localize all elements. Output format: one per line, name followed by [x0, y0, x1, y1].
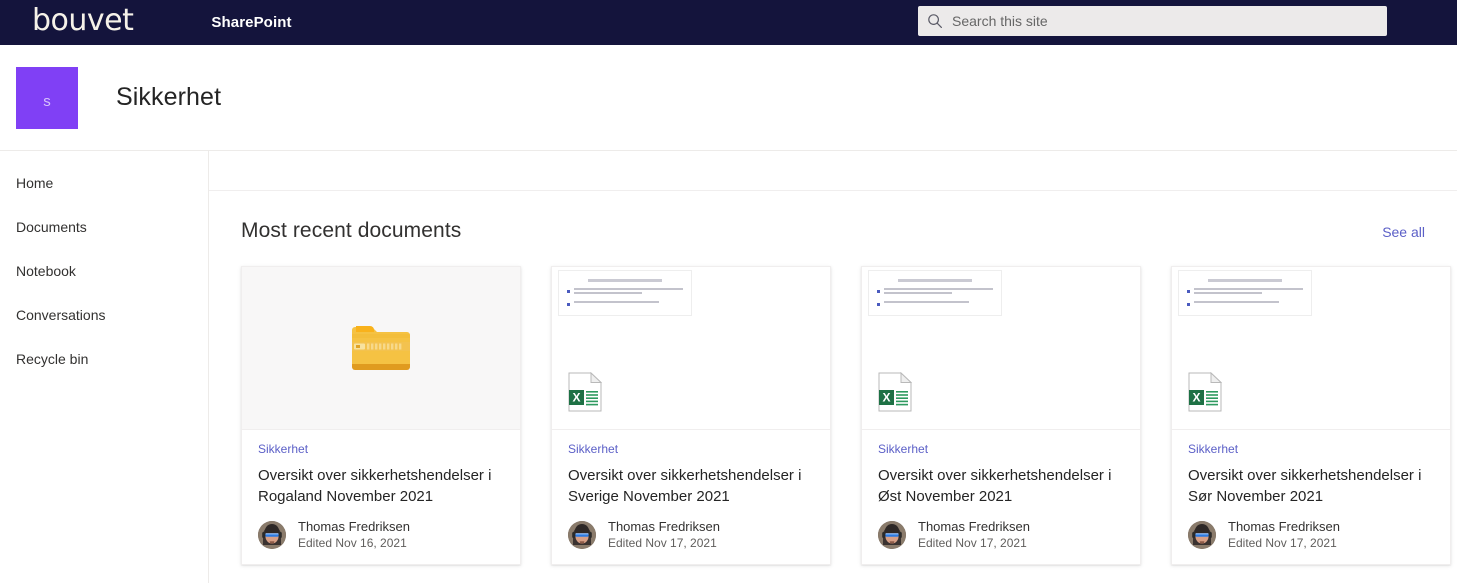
sidebar-item-documents[interactable]: Documents [0, 205, 208, 249]
search-box[interactable] [918, 6, 1387, 36]
document-card-list: Sikkerhet Oversikt over sikkerhetshendel… [241, 266, 1457, 565]
author-name: Thomas Fredriksen [1228, 519, 1340, 535]
author-meta: Thomas Fredriksen Edited Nov 17, 2021 [1228, 519, 1340, 550]
excel-file-icon: X [1188, 371, 1223, 417]
site-header: s Sikkerhet [0, 45, 1457, 150]
excel-file-icon: X [878, 371, 913, 417]
excel-file-icon: X [568, 371, 603, 417]
search-input[interactable] [952, 7, 1387, 35]
site-logo-letter: s [43, 92, 51, 110]
document-preview [1178, 270, 1312, 316]
author-meta: Thomas Fredriksen Edited Nov 16, 2021 [298, 519, 410, 550]
document-card[interactable]: Sikkerhet Oversikt over sikkerhetshendel… [241, 266, 521, 565]
card-site-label[interactable]: Sikkerhet [1188, 442, 1434, 456]
document-preview [558, 270, 692, 316]
card-edited-date: Edited Nov 16, 2021 [298, 535, 407, 550]
card-title: Oversikt over sikkerhetshendelser i Sør … [1188, 467, 1422, 506]
document-card[interactable]: X Sikkerhet Oversikt over sikkerhetshend… [551, 266, 831, 565]
card-thumbnail: X [1172, 267, 1450, 430]
recent-documents-section: Most recent documents See all Sikkerhet … [209, 191, 1457, 565]
search-icon [918, 6, 952, 36]
card-author-row: Thomas Fredriksen Edited Nov 17, 2021 [568, 519, 814, 550]
card-thumbnail: X [552, 267, 830, 430]
card-thumbnail [242, 267, 520, 430]
sidebar-item-label: Conversations [16, 307, 106, 323]
svg-text:X: X [1192, 391, 1200, 405]
section-header: Most recent documents See all [241, 219, 1457, 243]
main-content: Most recent documents See all Sikkerhet … [209, 151, 1457, 583]
bouvet-logo[interactable]: bouvet [32, 5, 134, 36]
card-title: Oversikt over sikkerhetshendelser i Øst … [878, 467, 1112, 506]
card-body: Sikkerhet Oversikt over sikkerhetshendel… [1172, 430, 1450, 564]
site-logo[interactable]: s [16, 66, 78, 129]
document-preview [868, 270, 1002, 316]
svg-text:X: X [882, 391, 890, 405]
card-site-label[interactable]: Sikkerhet [568, 442, 814, 456]
card-site-label[interactable]: Sikkerhet [258, 442, 504, 456]
card-edited-date: Edited Nov 17, 2021 [1228, 535, 1337, 550]
author-name: Thomas Fredriksen [608, 519, 720, 535]
card-author-row: Thomas Fredriksen Edited Nov 16, 2021 [258, 519, 504, 550]
page-title: Sikkerhet [116, 83, 222, 111]
author-meta: Thomas Fredriksen Edited Nov 17, 2021 [918, 519, 1030, 550]
sidebar-item-notebook[interactable]: Notebook [0, 249, 208, 293]
card-title: Oversikt over sikkerhetshendelser i Sver… [568, 467, 802, 506]
avatar [1188, 521, 1216, 550]
sidebar-item-label: Home [16, 175, 54, 191]
card-site-label[interactable]: Sikkerhet [878, 442, 1124, 456]
document-card[interactable]: X Sikkerhet Oversikt over sikkerhetshend… [1171, 266, 1451, 565]
suite-bar: bouvet SharePoint [0, 0, 1457, 45]
card-title: Oversikt over sikkerhetshendelser i Roga… [258, 467, 492, 506]
svg-text:X: X [572, 391, 580, 405]
avatar [258, 521, 286, 550]
sidebar-item-label: Recycle bin [16, 351, 89, 367]
zip-folder-icon [242, 267, 520, 429]
card-edited-date: Edited Nov 17, 2021 [918, 535, 1027, 550]
document-card[interactable]: X Sikkerhet Oversikt over sikkerhetshend… [861, 266, 1141, 565]
body-region: Home Documents Notebook Conversations Re… [0, 150, 1457, 583]
sidebar-item-label: Notebook [16, 263, 76, 279]
sidebar-item-home[interactable]: Home [0, 161, 208, 205]
app-name-sharepoint[interactable]: SharePoint [211, 14, 291, 31]
avatar [568, 521, 596, 550]
left-navigation: Home Documents Notebook Conversations Re… [0, 151, 209, 583]
card-author-row: Thomas Fredriksen Edited Nov 17, 2021 [878, 519, 1124, 550]
sidebar-item-recycle-bin[interactable]: Recycle bin [0, 337, 208, 381]
card-body: Sikkerhet Oversikt over sikkerhetshendel… [862, 430, 1140, 564]
section-title: Most recent documents [241, 219, 462, 242]
sidebar-item-label: Documents [16, 219, 87, 235]
author-name: Thomas Fredriksen [918, 519, 1030, 535]
sidebar-item-conversations[interactable]: Conversations [0, 293, 208, 337]
card-author-row: Thomas Fredriksen Edited Nov 17, 2021 [1188, 519, 1434, 550]
author-meta: Thomas Fredriksen Edited Nov 17, 2021 [608, 519, 720, 550]
card-body: Sikkerhet Oversikt over sikkerhetshendel… [552, 430, 830, 564]
card-body: Sikkerhet Oversikt over sikkerhetshendel… [242, 430, 520, 564]
card-thumbnail: X [862, 267, 1140, 430]
avatar [878, 521, 906, 550]
card-edited-date: Edited Nov 17, 2021 [608, 535, 717, 550]
command-bar [209, 151, 1457, 191]
author-name: Thomas Fredriksen [298, 519, 410, 535]
see-all-link[interactable]: See all [1382, 224, 1425, 240]
